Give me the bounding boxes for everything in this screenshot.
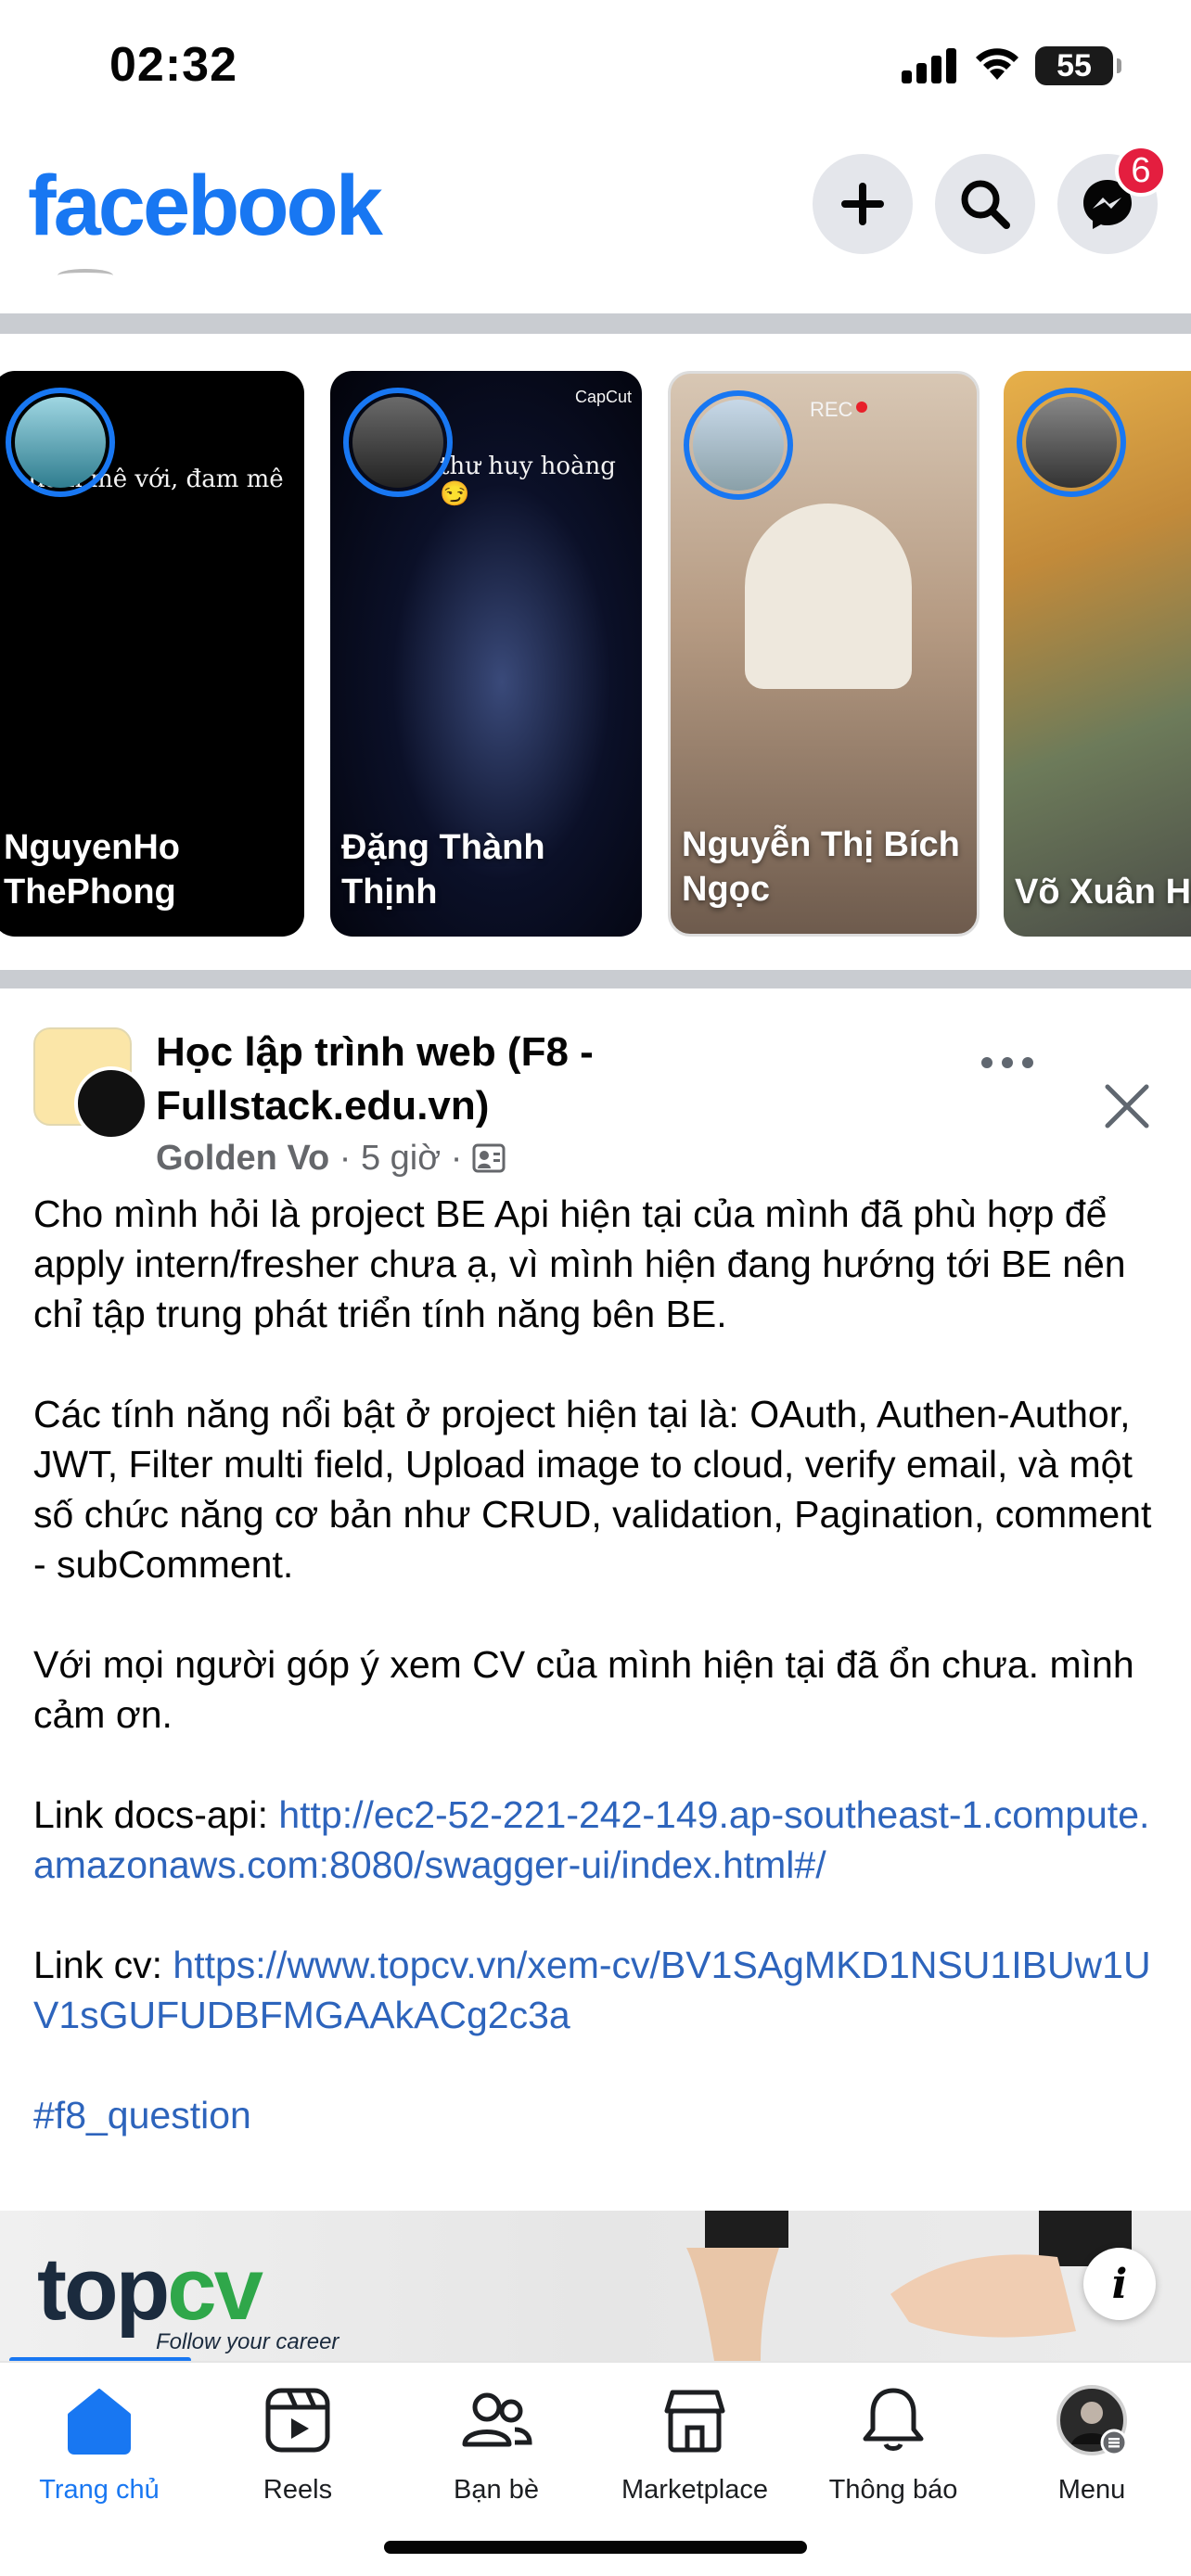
post-paragraph: Các tính năng nổi bật ở project hiện tại… bbox=[33, 1393, 1152, 1586]
post-time[interactable]: 5 giờ bbox=[361, 1139, 441, 1178]
logo-text-top: top bbox=[37, 2239, 170, 2339]
hashtag-link[interactable]: #f8_question bbox=[33, 2094, 251, 2136]
facebook-logo[interactable]: facebook bbox=[28, 158, 383, 255]
marketplace-icon bbox=[664, 2390, 725, 2453]
cv-link-paragraph: Link cv: https://www.topcv.vn/xem-cv/BV1… bbox=[33, 1940, 1165, 2040]
docs-link-paragraph: Link docs-api: http://ec2-52-221-242-149… bbox=[33, 1790, 1165, 1890]
tab-label: Thông báo bbox=[828, 2475, 958, 2505]
story-figure bbox=[745, 504, 912, 689]
tab-friends[interactable]: Bạn bè bbox=[397, 2383, 596, 2522]
home-icon bbox=[68, 2389, 131, 2455]
author-avatar[interactable] bbox=[74, 1066, 148, 1141]
story-name: Nguyễn Thị Bích Ngọc bbox=[682, 825, 960, 909]
tab-marketplace[interactable]: Marketplace bbox=[596, 2383, 794, 2522]
status-bar: 02:32 55 bbox=[0, 0, 1191, 139]
hashtag-paragraph: #f8_question bbox=[33, 2090, 1165, 2140]
notification-badge: 6 bbox=[1115, 145, 1167, 197]
story-avatar bbox=[6, 388, 115, 497]
profile-avatar bbox=[1057, 2385, 1128, 2456]
story-card[interactable]: Võ Xuân Hải bbox=[1004, 371, 1191, 937]
battery-icon: 55 bbox=[1035, 46, 1121, 85]
close-icon[interactable] bbox=[1104, 1083, 1150, 1129]
story-name: Đặng Thành Thịnh bbox=[341, 828, 545, 912]
story-brand-label: CapCut bbox=[575, 388, 633, 406]
info-button[interactable]: i bbox=[1083, 2248, 1156, 2320]
tab-label: Bạn bè bbox=[454, 2475, 539, 2505]
signal-icon bbox=[902, 48, 957, 83]
post-paragraph: Với mọi người góp ý xem CV của mình hiện… bbox=[33, 1643, 1134, 1736]
stories-carousel[interactable]: đam mê với, đam mê NguyenHo ThePhong Cap… bbox=[0, 369, 1191, 938]
plus-icon bbox=[841, 183, 884, 225]
tab-label: Trang chủ bbox=[39, 2475, 160, 2505]
post-paragraph: Cho mình hỏi là project BE Api hiện tại … bbox=[33, 1192, 1126, 1335]
story-rec-label: REC bbox=[810, 398, 853, 421]
ad-tagline: Follow your career bbox=[156, 2329, 339, 2354]
search-icon bbox=[961, 180, 1010, 229]
tab-menu[interactable]: Menu bbox=[992, 2383, 1191, 2522]
post-image[interactable]: topcv Follow your career i bbox=[0, 2211, 1191, 2361]
more-options-icon[interactable] bbox=[981, 1057, 1033, 1076]
tab-reels[interactable]: Reels bbox=[198, 2383, 397, 2522]
post-meta: Golden Vo · 5 giờ · bbox=[156, 1139, 506, 1179]
tab-notifications[interactable]: Thông báo bbox=[794, 2383, 992, 2522]
hand-image bbox=[686, 2211, 788, 2361]
group-privacy-icon bbox=[472, 1143, 506, 1173]
status-time: 02:32 bbox=[109, 38, 237, 92]
story-name: NguyenHo ThePhong bbox=[4, 828, 180, 912]
docs-link-label: Link docs-api: bbox=[33, 1793, 279, 1836]
friends-icon bbox=[462, 2392, 532, 2447]
author-name[interactable]: Golden Vo bbox=[156, 1139, 329, 1178]
tab-label: Reels bbox=[263, 2475, 333, 2505]
post-header: Học lập trình web (F8 - Fullstack.edu.vn… bbox=[0, 983, 1191, 1187]
post-body: Cho mình hỏi là project BE Api hiện tại … bbox=[33, 1189, 1165, 2140]
rec-dot bbox=[856, 402, 867, 413]
app-header: facebook 6 bbox=[0, 139, 1191, 315]
story-card[interactable]: đam mê với, đam mê NguyenHo ThePhong bbox=[0, 371, 304, 937]
meta-separator: · bbox=[339, 1139, 361, 1178]
story-overlay-text: thư huy hoàng 😏 bbox=[440, 453, 616, 508]
cv-link[interactable]: https://www.topcv.vn/xem-cv/BV1SAgMKD1NS… bbox=[33, 1944, 1151, 2036]
story-name: Võ Xuân Hải bbox=[1015, 873, 1191, 912]
story-avatar bbox=[343, 388, 453, 497]
avatar-edge bbox=[58, 269, 113, 282]
tab-home[interactable]: Trang chủ bbox=[0, 2383, 198, 2522]
group-name[interactable]: Học lập trình web (F8 - Fullstack.edu.vn… bbox=[156, 1026, 675, 1133]
story-avatar bbox=[1017, 388, 1126, 497]
story-card[interactable]: REC Nguyễn Thị Bích Ngọc bbox=[668, 371, 980, 937]
wifi-icon bbox=[976, 48, 1018, 80]
tab-label: Menu bbox=[1057, 2475, 1126, 2505]
search-button[interactable] bbox=[935, 154, 1035, 254]
story-card[interactable]: CapCut thư huy hoàng 😏 Đặng Thành Thịnh bbox=[330, 371, 642, 937]
section-divider bbox=[0, 313, 1191, 334]
logo-text-cv: cv bbox=[167, 2239, 263, 2339]
meta-separator: · bbox=[450, 1139, 472, 1178]
tab-label: Marketplace bbox=[621, 2475, 768, 2505]
bell-icon bbox=[863, 2388, 924, 2451]
create-button[interactable] bbox=[813, 154, 913, 254]
topcv-logo: topcv bbox=[37, 2238, 263, 2340]
reels-icon bbox=[265, 2388, 330, 2453]
story-avatar bbox=[684, 390, 793, 500]
cv-link-label: Link cv: bbox=[33, 1944, 173, 1986]
home-indicator bbox=[384, 2541, 807, 2554]
